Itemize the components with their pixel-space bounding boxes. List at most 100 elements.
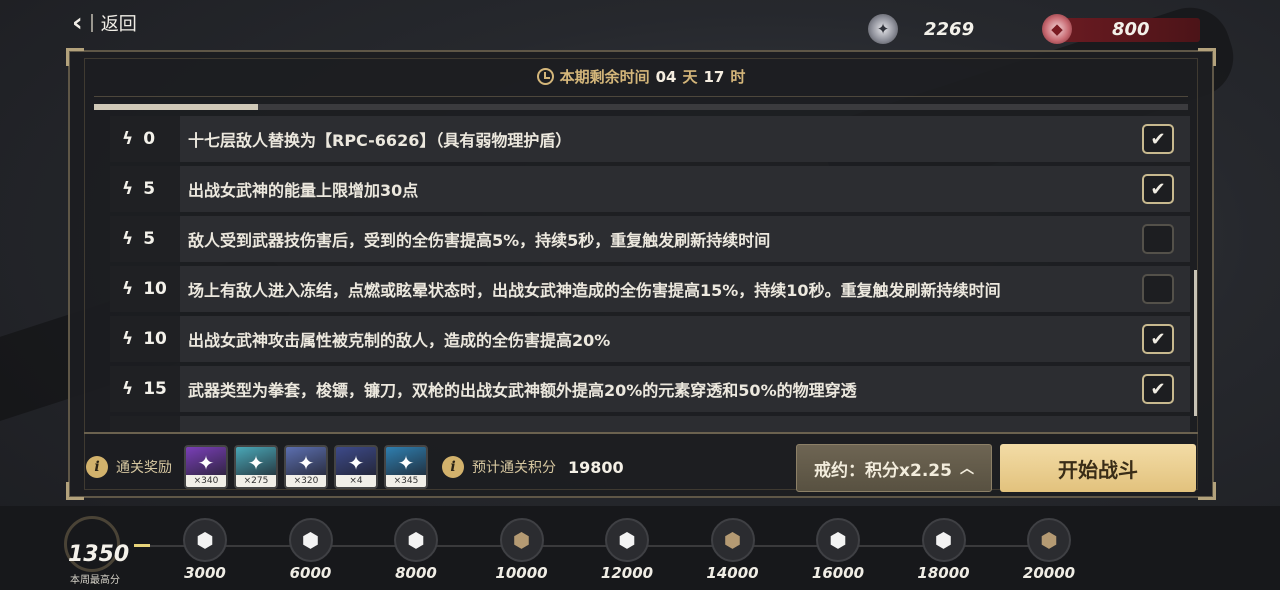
condition-cost: ϟ0 — [110, 116, 180, 162]
timer-days: 04 — [655, 67, 677, 86]
currency-crystal[interactable]: ✦ 2269 — [868, 14, 974, 44]
condition-row[interactable] — [110, 416, 1190, 432]
condition-checkbox[interactable]: ✔ — [1142, 174, 1174, 204]
reward-chest-icon: ⬢ — [605, 518, 649, 562]
condition-cost: ϟ5 — [110, 166, 180, 212]
panel-corner — [1198, 48, 1216, 66]
condition-row[interactable]: ϟ 10 出战女武神攻击属性被克制的敌人，造成的全伤害提高20% ✔ — [110, 316, 1190, 362]
currency-ticket[interactable]: ◆ 800 — [1042, 14, 1200, 44]
condition-text: 十七层敌人替换为【RPC-6626】（具有弱物理护盾） — [188, 131, 572, 150]
condition-cost-value: 5 — [143, 229, 156, 249]
lightning-icon: ϟ — [122, 329, 134, 349]
condition-list[interactable]: ϟ 0 十七层敌人替换为【RPC-6626】（具有弱物理护盾） ✔ ϟ 5 出战女武神的能量… — [110, 116, 1190, 436]
milestone[interactable]: ⬢ 10000 — [487, 518, 557, 582]
info-icon[interactable]: i — [442, 456, 464, 478]
lightning-icon: ϟ — [122, 279, 134, 299]
blue-crystal-icon: ✦ — [397, 451, 415, 475]
condition-cost-value: 15 — [143, 379, 167, 399]
reward-chest-icon: ⬢ — [183, 518, 227, 562]
reward-items: ✦ ×340 ✦ ×275 ✦ ×320 ✦ ×4 ✦ ×345 — [184, 445, 434, 489]
milestone-value: 16000 — [811, 564, 865, 582]
lightning-icon: ϟ — [122, 379, 134, 399]
milestone[interactable]: ⬢ 16000 — [803, 518, 873, 582]
condition-checkbox[interactable] — [1142, 224, 1174, 254]
condition-row[interactable]: ϟ 5 出战女武神的能量上限增加30点 ✔ — [110, 166, 1190, 212]
back-button[interactable]: ‹ 返回 — [72, 10, 137, 36]
milestone[interactable]: ⬢ 6000 — [276, 518, 346, 582]
reward-item[interactable]: ✦ ×320 — [284, 445, 328, 489]
season-timer: 本期剩余时间 04 天 17 时 — [70, 66, 1212, 87]
weekly-best-emblem: 1350 本周最高分 — [54, 514, 130, 586]
rewards-row: i 通关奖励 ✦ ×340 ✦ ×275 ✦ ×320 ✦ ×4 ✦ ×345 i 预计通关积分 … — [86, 442, 786, 492]
currency-crystal-value: 2269 — [924, 18, 975, 40]
clock-icon — [536, 68, 554, 85]
condition-row[interactable]: ϟ 15 武器类型为拳套，梭镖，镰刀，双枪的出战女武神额外提高20%的元素穿透和50… — [110, 366, 1190, 412]
contract-button[interactable]: 戒约：积分x2.25 ︿ — [796, 444, 992, 492]
condition-text: 场上有敌人进入冻结，点燃或眩晕状态时，出战女武神造成的全伤害提高15%，持续10… — [188, 281, 1001, 300]
green-disc-icon: ✦ — [247, 451, 265, 475]
reward-chest-icon: ⬢ — [816, 518, 860, 562]
milestone-value: 3000 — [184, 564, 226, 582]
reward-item[interactable]: ✦ ×275 — [234, 445, 278, 489]
milestone-value: 14000 — [706, 564, 759, 582]
condition-cost-value: 10 — [143, 279, 167, 299]
timer-days-unit: 天 — [682, 68, 698, 86]
condition-text: 敌人受到武器技伤害后，受到的全伤害提高5%，持续5秒，重复触发刷新持续时间 — [188, 231, 771, 250]
crystal-emblem-icon: ✦ — [868, 14, 898, 44]
checkmark-icon: ✔ — [1150, 378, 1166, 400]
milestone[interactable]: ⬢ 3000 — [170, 518, 240, 582]
checkmark-icon: ✔ — [1150, 128, 1166, 150]
rewards-label: 通关奖励 — [116, 460, 172, 476]
weekly-best-score: 1350 — [68, 542, 130, 567]
progress-bar — [94, 104, 1188, 110]
lightning-icon: ϟ — [122, 229, 134, 249]
milestone[interactable]: ⬢ 20000 — [1014, 518, 1084, 582]
milestone[interactable]: ⬢ 18000 — [909, 518, 979, 582]
condition-row[interactable]: ϟ 10 场上有敌人进入冻结，点燃或眩晕状态时，出战女武神造成的全伤害提高15%，持… — [110, 266, 1190, 312]
timer-hours: 17 — [703, 67, 725, 86]
progress-fill — [94, 104, 259, 110]
milestone-value: 6000 — [289, 564, 332, 582]
reward-count: ×340 — [186, 475, 226, 487]
condition-cost-value: 0 — [143, 129, 156, 149]
reward-item[interactable]: ✦ ×340 — [184, 445, 228, 489]
start-battle-button[interactable]: 开始战斗 — [1000, 444, 1196, 492]
milestone-bar: 1350 本周最高分 ⬢ 3000 ⬢ 6000 ⬢ 8000 ⬢ 10000 ⬢ 12000 ⬢ 1… — [0, 506, 1280, 590]
contract-label: 戒约：积分x2.25 — [814, 460, 952, 481]
panel-corner — [1198, 482, 1216, 500]
milestone-value: 10000 — [495, 564, 548, 582]
pink-gem-icon: ✦ — [347, 451, 365, 475]
condition-checkbox[interactable]: ✔ — [1142, 124, 1174, 154]
condition-checkbox[interactable]: ✔ — [1142, 374, 1174, 404]
milestone-value: 8000 — [395, 564, 437, 582]
reward-chest-icon: ⬢ — [921, 518, 966, 562]
condition-cost: ϟ5 — [110, 216, 180, 262]
condition-row[interactable]: ϟ 0 十七层敌人替换为【RPC-6626】（具有弱物理护盾） ✔ — [110, 116, 1190, 162]
milestone-value: 18000 — [917, 564, 970, 582]
checkmark-icon: ✔ — [1150, 328, 1166, 350]
info-icon[interactable]: i — [86, 456, 108, 478]
lightning-icon: ϟ — [122, 179, 134, 199]
scrollbar[interactable] — [1194, 270, 1197, 416]
purple-armor-icon: ✦ — [297, 451, 315, 475]
condition-cost-value: 5 — [143, 179, 156, 199]
reward-chest-icon: ⬢ — [394, 518, 438, 562]
milestone[interactable]: ⬢ 14000 — [698, 518, 768, 582]
reward-item[interactable]: ✦ ×4 — [334, 445, 378, 489]
estimate-value: 19800 — [568, 457, 624, 477]
milestone[interactable]: ⬢ 8000 — [381, 518, 451, 582]
top-bar: ‹ 返回 ✦ 2269 ◆ 800 — [0, 0, 1280, 48]
reward-chest-icon: ⬢ — [710, 518, 755, 562]
condition-text: 出战女武神攻击属性被克制的敌人，造成的全伤害提高20% — [188, 331, 611, 350]
back-label: 返回 — [100, 14, 137, 35]
condition-text: 出战女武神的能量上限增加30点 — [188, 181, 419, 200]
reward-item[interactable]: ✦ ×345 — [384, 445, 428, 489]
milestone[interactable]: ⬢ 12000 — [592, 518, 662, 582]
condition-row[interactable]: ϟ 5 敌人受到武器技伤害后，受到的全伤害提高5%，持续5秒，重复触发刷新持续时间 — [110, 216, 1190, 262]
timer-label: 本期剩余时间 — [559, 68, 650, 86]
condition-checkbox[interactable]: ✔ — [1142, 324, 1174, 354]
condition-cost-value: 10 — [143, 329, 167, 349]
condition-checkbox[interactable] — [1142, 274, 1174, 304]
checkmark-icon: ✔ — [1150, 178, 1166, 200]
panel-corner — [66, 48, 84, 66]
